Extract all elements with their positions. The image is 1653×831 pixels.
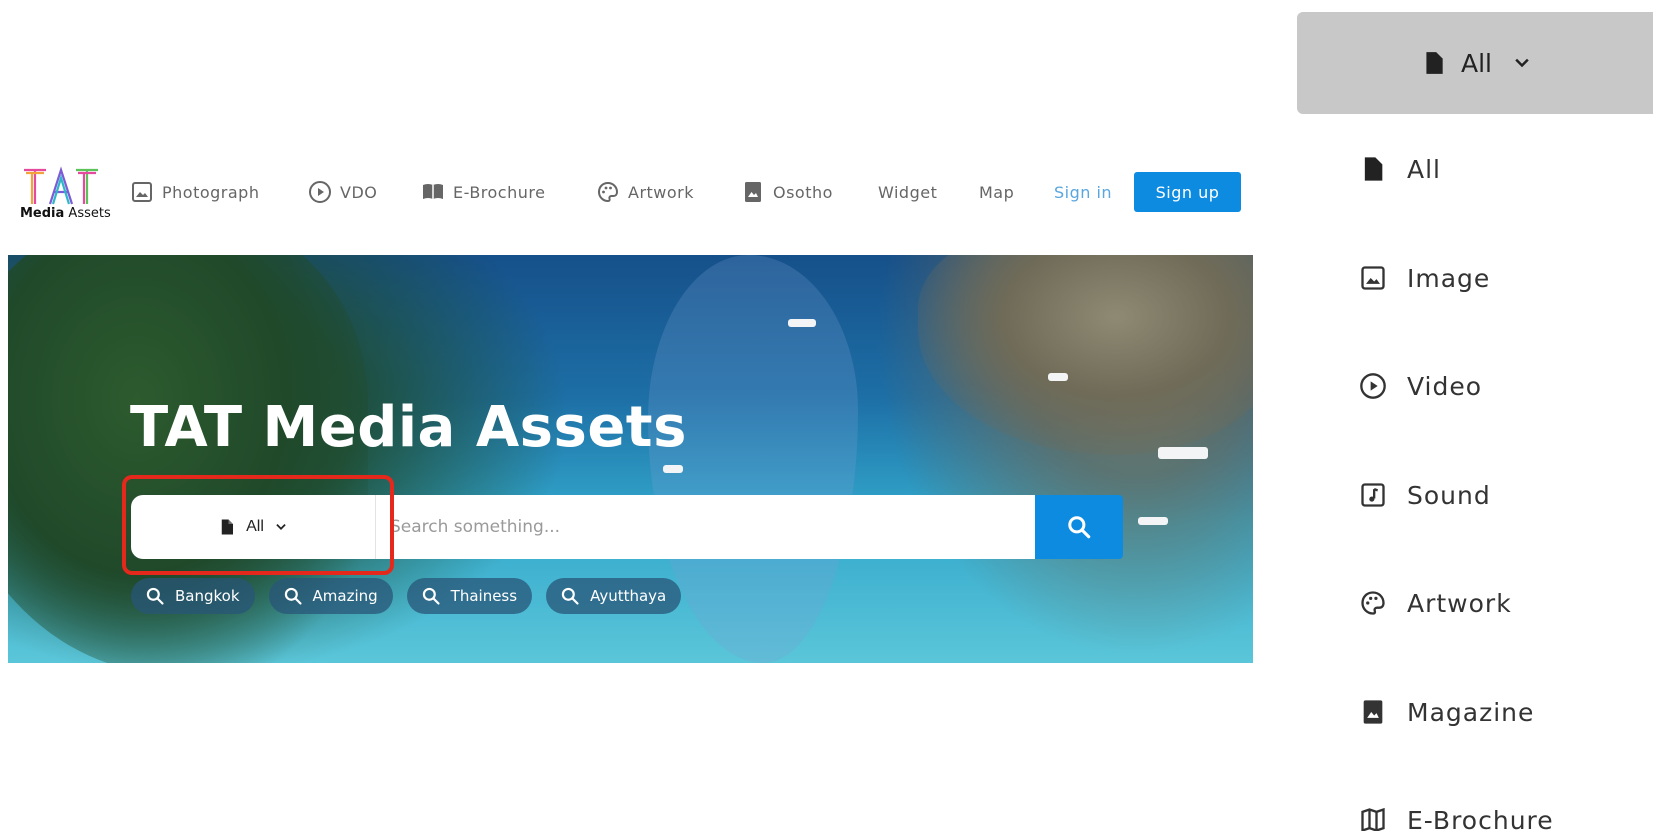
tat-logo-mark bbox=[24, 166, 98, 205]
dropdown-option-magazine[interactable]: Magazine bbox=[1359, 687, 1534, 737]
search-button[interactable] bbox=[1035, 495, 1123, 559]
dropdown-option-label: Sound bbox=[1407, 480, 1491, 510]
book-icon bbox=[423, 184, 443, 199]
nav-map-label: Map bbox=[979, 182, 1015, 202]
logo-brand-bold: Media bbox=[20, 206, 65, 221]
highlight-annotation-box bbox=[122, 475, 394, 575]
dropdown-option-image[interactable]: Image bbox=[1359, 253, 1490, 303]
tag-chip[interactable]: Thainess bbox=[406, 578, 533, 614]
hero-boat bbox=[1048, 373, 1068, 381]
nav-artwork-label: Artwork bbox=[628, 182, 695, 202]
palette-icon bbox=[1361, 591, 1385, 615]
image-icon bbox=[1361, 266, 1385, 290]
sign-in-label: Sign in bbox=[1054, 182, 1113, 202]
hero-banner: TAT Media Assets All Bangkok Amazing Tha… bbox=[8, 255, 1253, 663]
dropdown-header[interactable]: All bbox=[1297, 12, 1653, 114]
hero-boat bbox=[663, 465, 683, 473]
hero-boat bbox=[1158, 447, 1208, 459]
tag-chip[interactable]: Ayutthaya bbox=[546, 578, 682, 614]
sign-up-button[interactable]: Sign up bbox=[1134, 172, 1241, 212]
hero-boat bbox=[788, 319, 816, 327]
search-icon bbox=[284, 587, 302, 605]
nav-artwork[interactable]: Artwork bbox=[596, 178, 694, 206]
palette-icon bbox=[597, 181, 619, 203]
hero-cliff-right bbox=[918, 255, 1253, 455]
suggested-tags: Bangkok Amazing Thainess Ayutthaya bbox=[131, 578, 682, 614]
nav-widget-label: Widget bbox=[878, 182, 938, 202]
nav-map[interactable]: Map bbox=[979, 178, 1014, 206]
hero-title: TAT Media Assets bbox=[130, 395, 687, 460]
nav-osotho[interactable]: Osotho bbox=[741, 178, 833, 206]
dropdown-option-e-brochure[interactable]: E-Brochure bbox=[1359, 795, 1554, 831]
logo-brand-rest: Assets bbox=[64, 206, 111, 221]
hero-boat bbox=[1138, 517, 1168, 525]
file-icon bbox=[1364, 157, 1383, 181]
search-icon bbox=[146, 587, 164, 605]
dropdown-option-video[interactable]: Video bbox=[1359, 361, 1482, 411]
image-icon bbox=[132, 182, 152, 202]
nav-e-brochure-label: E-Brochure bbox=[453, 182, 546, 202]
nav-widget[interactable]: Widget bbox=[878, 178, 937, 206]
play-circle-icon bbox=[1360, 373, 1386, 399]
nav-photograph-label: Photograph bbox=[162, 182, 260, 202]
tag-chip-label: Thainess bbox=[450, 587, 518, 605]
magazine-icon bbox=[1363, 700, 1383, 724]
sign-in-link[interactable]: Sign in bbox=[1054, 178, 1112, 206]
chevron-down-icon bbox=[1515, 58, 1529, 68]
tag-chip-label: Amazing bbox=[312, 587, 378, 605]
logo-wordmark: Media Assets bbox=[20, 206, 111, 221]
music-icon bbox=[1361, 483, 1385, 507]
tag-chip[interactable]: Amazing bbox=[268, 578, 393, 614]
nav-vdo[interactable]: VDO bbox=[308, 178, 377, 206]
dropdown-option-label: Artwork bbox=[1407, 588, 1512, 618]
magazine-icon bbox=[745, 182, 761, 202]
dropdown-option-all[interactable]: All bbox=[1359, 144, 1441, 194]
tag-chip-label: Ayutthaya bbox=[590, 587, 667, 605]
dropdown-option-label: Video bbox=[1407, 371, 1483, 401]
tag-chip-label: Bangkok bbox=[175, 587, 240, 605]
sign-up-label: Sign up bbox=[1155, 182, 1220, 202]
file-icon bbox=[1426, 52, 1443, 74]
search-icon bbox=[422, 587, 440, 605]
map-icon bbox=[1361, 807, 1385, 831]
search-input[interactable] bbox=[376, 495, 1035, 559]
search-icon bbox=[1068, 516, 1091, 539]
nav-e-brochure[interactable]: E-Brochure bbox=[421, 178, 545, 206]
play-circle-icon bbox=[309, 181, 331, 203]
dropdown-option-artwork[interactable]: Artwork bbox=[1359, 578, 1512, 628]
dropdown-option-label: Image bbox=[1407, 263, 1491, 293]
dropdown-option-label: E-Brochure bbox=[1407, 805, 1554, 831]
tag-chip[interactable]: Bangkok bbox=[131, 578, 255, 614]
search-icon bbox=[561, 587, 579, 605]
dropdown-option-sound[interactable]: Sound bbox=[1359, 470, 1491, 520]
nav-photograph[interactable]: Photograph bbox=[130, 178, 259, 206]
dropdown-selected-label: All bbox=[1461, 48, 1492, 78]
tat-logo[interactable]: Media Assets bbox=[20, 166, 111, 222]
dropdown-option-label: All bbox=[1407, 154, 1441, 184]
nav-vdo-label: VDO bbox=[340, 182, 378, 202]
nav-osotho-label: Osotho bbox=[773, 182, 833, 202]
top-navbar: Media Assets Photograph VDO E-Brochure A… bbox=[0, 150, 1255, 232]
dropdown-option-label: Magazine bbox=[1407, 697, 1535, 727]
